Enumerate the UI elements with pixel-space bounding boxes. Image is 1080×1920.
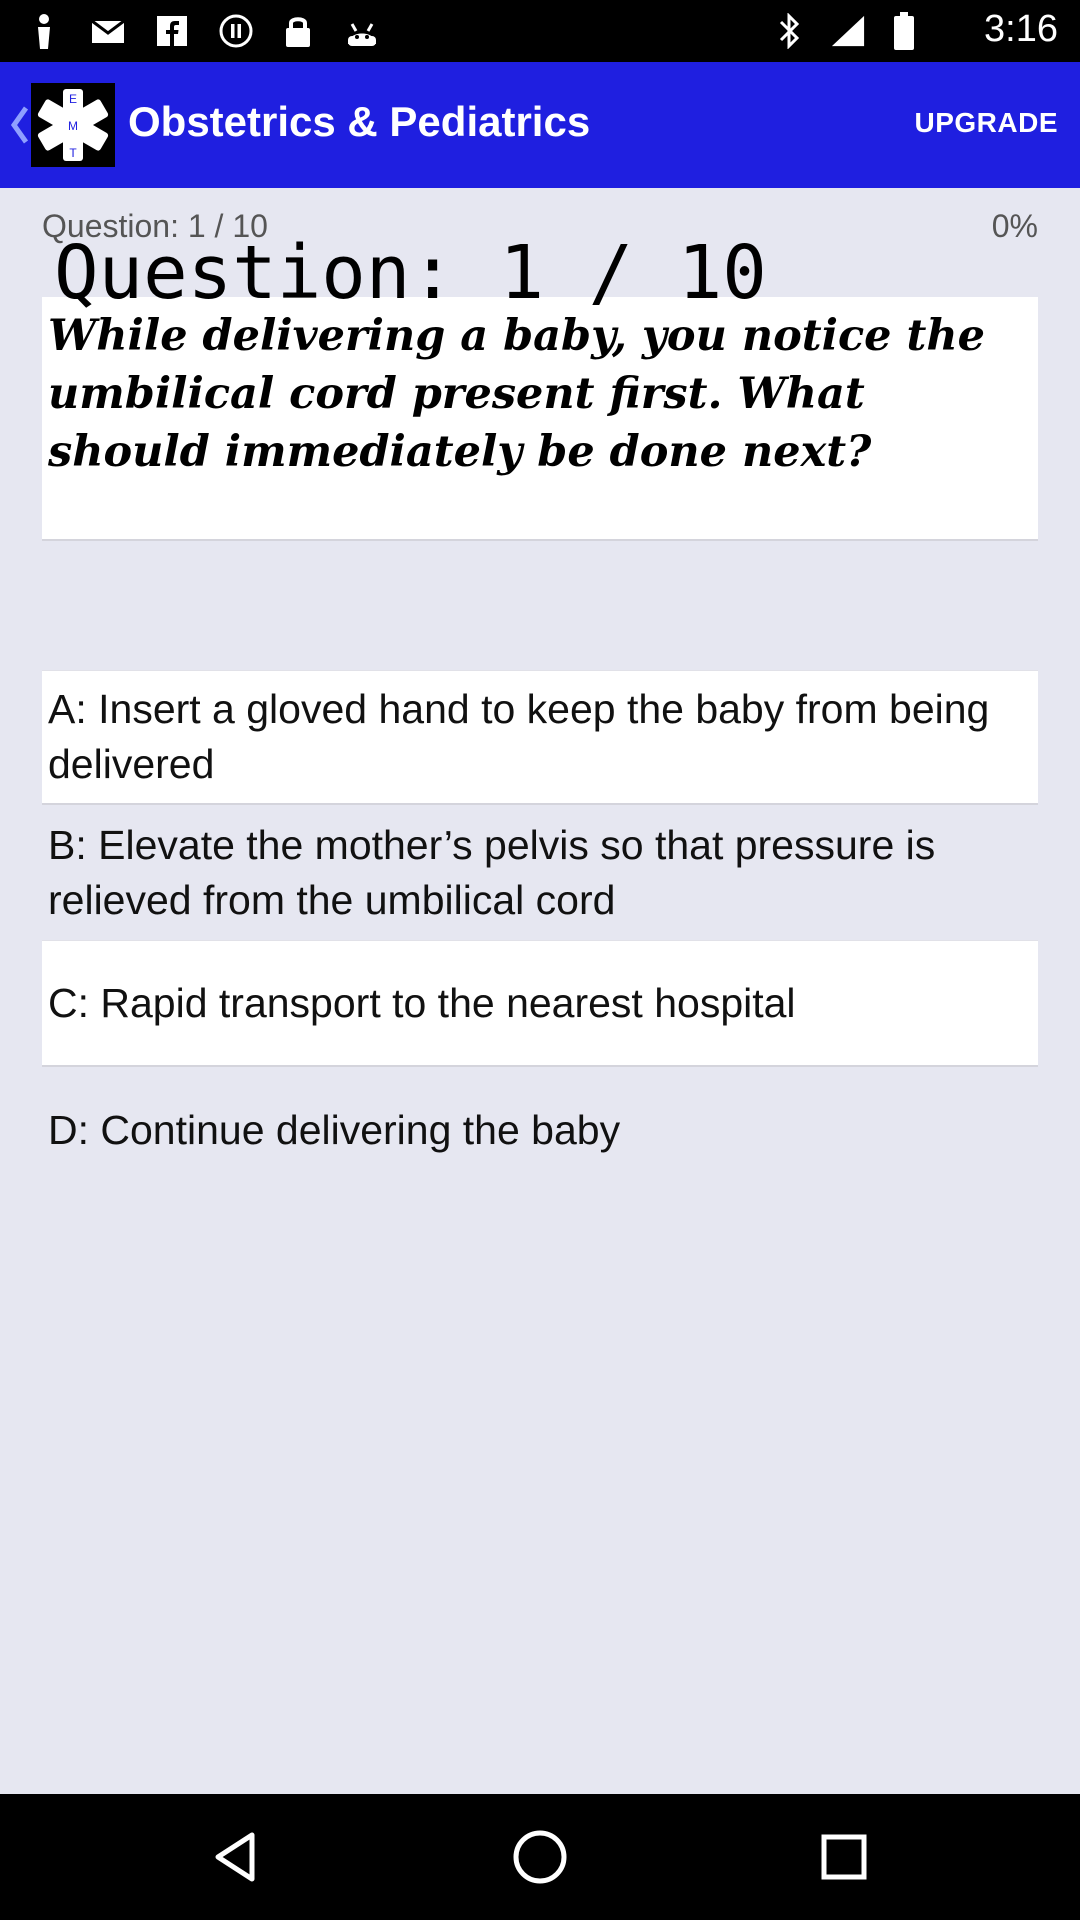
progress-percent: 0% [991, 208, 1038, 244]
recents-square-icon[interactable] [814, 1827, 874, 1887]
navigation-bar [0, 1794, 1080, 1920]
answer-label: C: Rapid transport to the nearest hospit… [48, 979, 796, 1026]
home-circle-icon[interactable] [510, 1827, 570, 1887]
emt-star-of-life-logo[interactable]: E M T [31, 83, 115, 167]
upgrade-button[interactable]: UPGRADE [914, 107, 1058, 139]
logo-letter-t: T [69, 146, 77, 160]
logo-letter-m: M [68, 119, 78, 133]
logo-letter-e: E [69, 92, 77, 106]
status-time: 3:16 [984, 8, 1058, 50]
facebook-icon [154, 12, 190, 50]
answer-label: A: Insert a gloved hand to keep the baby… [48, 686, 990, 787]
question-overlay-title: Question: 1 / 10 [54, 230, 767, 316]
signal-icon [830, 12, 866, 50]
back-triangle-icon[interactable] [208, 1827, 268, 1887]
answer-option-a[interactable]: A: Insert a gloved hand to keep the baby… [42, 670, 1038, 805]
runner-icon [26, 12, 62, 50]
answer-label: D: Continue delivering the baby [48, 1107, 621, 1153]
app-title: Obstetrics & Pediatrics [128, 98, 591, 145]
android-icon [344, 12, 380, 50]
chevron-left-icon[interactable] [8, 102, 32, 148]
question-card: While delivering a baby, you notice the … [42, 297, 1038, 541]
answer-label: B: Elevate the mother’s pelvis so that p… [48, 821, 936, 923]
bluetooth-icon [772, 12, 808, 50]
answer-option-b[interactable]: B: Elevate the mother’s pelvis so that p… [42, 805, 1038, 940]
pause-circle-icon [218, 12, 254, 50]
battery-icon [886, 12, 922, 50]
question-text: While delivering a baby, you notice the … [48, 311, 985, 477]
mail-icon [90, 12, 126, 50]
app-bar: E M T Obstetrics & Pediatrics UPGRADE [0, 62, 1080, 188]
lock-icon [280, 12, 316, 50]
answer-option-c[interactable]: C: Rapid transport to the nearest hospit… [42, 940, 1038, 1067]
status-bar: 3:16 [0, 0, 1080, 62]
answer-option-d[interactable]: D: Continue delivering the baby [42, 1067, 1038, 1194]
